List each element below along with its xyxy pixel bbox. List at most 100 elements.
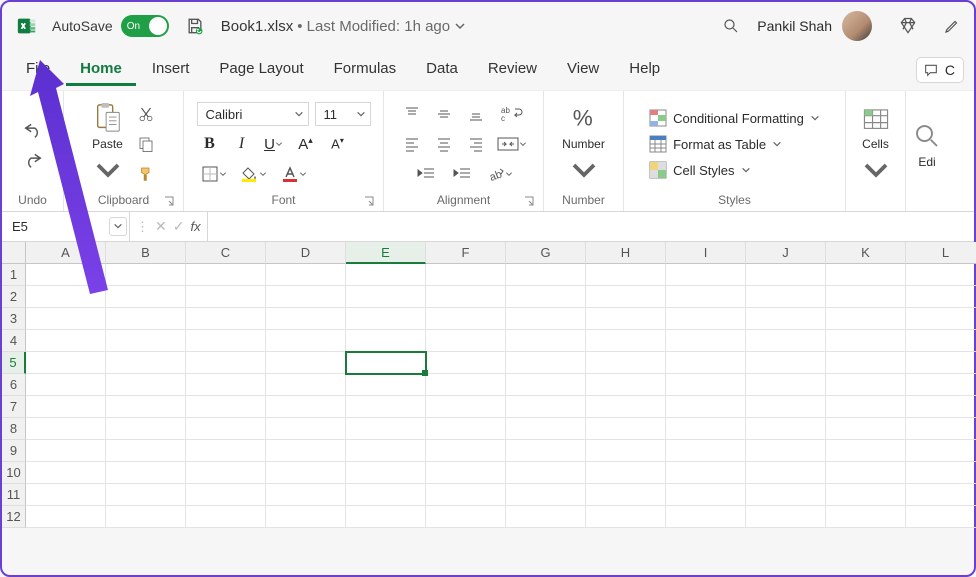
cell[interactable] [506,374,586,396]
cell[interactable] [506,506,586,528]
cell[interactable] [506,308,586,330]
cell[interactable] [906,418,976,440]
pen-icon[interactable] [940,14,964,38]
cell[interactable] [186,506,266,528]
cell[interactable] [586,352,666,374]
row-header[interactable]: 5 [2,352,26,374]
column-header[interactable]: J [746,242,826,264]
cell[interactable] [266,462,346,484]
cell[interactable] [346,330,426,352]
cell[interactable] [346,418,426,440]
copy-button[interactable] [133,132,159,156]
row-header[interactable]: 7 [2,396,26,418]
cell[interactable] [26,484,106,506]
name-box[interactable]: E5 [2,212,130,241]
cell[interactable] [746,308,826,330]
cell[interactable] [746,440,826,462]
clipboard-launcher-icon[interactable] [163,195,175,207]
cell[interactable] [586,308,666,330]
cell[interactable] [666,374,746,396]
tab-review[interactable]: Review [474,54,551,86]
cell[interactable] [266,396,346,418]
cell[interactable] [426,440,506,462]
column-header[interactable]: G [506,242,586,264]
cell[interactable] [186,330,266,352]
column-header[interactable]: L [906,242,976,264]
cell[interactable] [586,286,666,308]
cell[interactable] [186,308,266,330]
cell[interactable] [346,440,426,462]
document-title[interactable]: Book1.xlsx • Last Modified: 1h ago [221,18,466,35]
cell[interactable] [266,418,346,440]
cell[interactable] [266,440,346,462]
cell[interactable] [266,286,346,308]
cell[interactable] [426,330,506,352]
cell[interactable] [346,352,426,374]
cell[interactable] [26,396,106,418]
column-header[interactable]: K [826,242,906,264]
align-middle-button[interactable] [431,102,457,126]
row-header[interactable]: 11 [2,484,26,506]
cell[interactable] [666,330,746,352]
cell[interactable] [26,330,106,352]
cell[interactable] [186,440,266,462]
tab-insert[interactable]: Insert [138,54,204,86]
cell[interactable] [426,352,506,374]
cell[interactable] [906,374,976,396]
row-header[interactable]: 2 [2,286,26,308]
cell[interactable] [826,484,906,506]
select-all-corner[interactable] [2,242,26,264]
cell[interactable] [26,506,106,528]
diamond-icon[interactable] [896,14,920,38]
cell[interactable] [666,440,746,462]
enter-formula-icon[interactable]: ✓ [173,218,185,235]
cell[interactable] [586,396,666,418]
cell[interactable] [266,484,346,506]
cell[interactable] [906,352,976,374]
cell[interactable] [746,462,826,484]
cell[interactable] [906,308,976,330]
align-center-button[interactable] [431,132,457,156]
cell[interactable] [186,396,266,418]
fx-icon[interactable]: fx [190,219,200,234]
cell[interactable] [586,374,666,396]
cell[interactable] [106,264,186,286]
undo-button[interactable] [20,117,46,141]
align-top-button[interactable] [399,102,425,126]
cell[interactable] [266,506,346,528]
cell[interactable] [26,352,106,374]
cell[interactable] [746,286,826,308]
cell[interactable] [666,506,746,528]
decrease-indent-button[interactable] [411,162,441,186]
cell[interactable] [586,506,666,528]
cell[interactable] [186,374,266,396]
column-header[interactable]: C [186,242,266,264]
cell[interactable] [186,264,266,286]
cell[interactable] [426,506,506,528]
cancel-formula-icon[interactable]: ✕ [155,218,167,235]
cell[interactable] [106,506,186,528]
cell[interactable] [346,506,426,528]
column-header[interactable]: I [666,242,746,264]
comments-button[interactable]: C [916,57,964,83]
format-painter-button[interactable] [133,162,159,186]
tab-page-layout[interactable]: Page Layout [205,54,317,86]
cell[interactable] [106,330,186,352]
cell[interactable] [266,264,346,286]
tab-file[interactable]: File [12,54,64,86]
cell[interactable] [506,264,586,286]
cell[interactable] [26,462,106,484]
cell[interactable] [106,440,186,462]
cell[interactable] [266,308,346,330]
cell[interactable] [26,374,106,396]
cell[interactable] [666,462,746,484]
cell[interactable] [426,264,506,286]
cell[interactable] [586,440,666,462]
cell[interactable] [826,286,906,308]
column-header[interactable]: H [586,242,666,264]
italic-button[interactable]: I [229,132,255,156]
tab-data[interactable]: Data [412,54,472,86]
cell[interactable] [906,330,976,352]
cell[interactable] [506,484,586,506]
font-size-select[interactable]: 11 [315,102,371,126]
